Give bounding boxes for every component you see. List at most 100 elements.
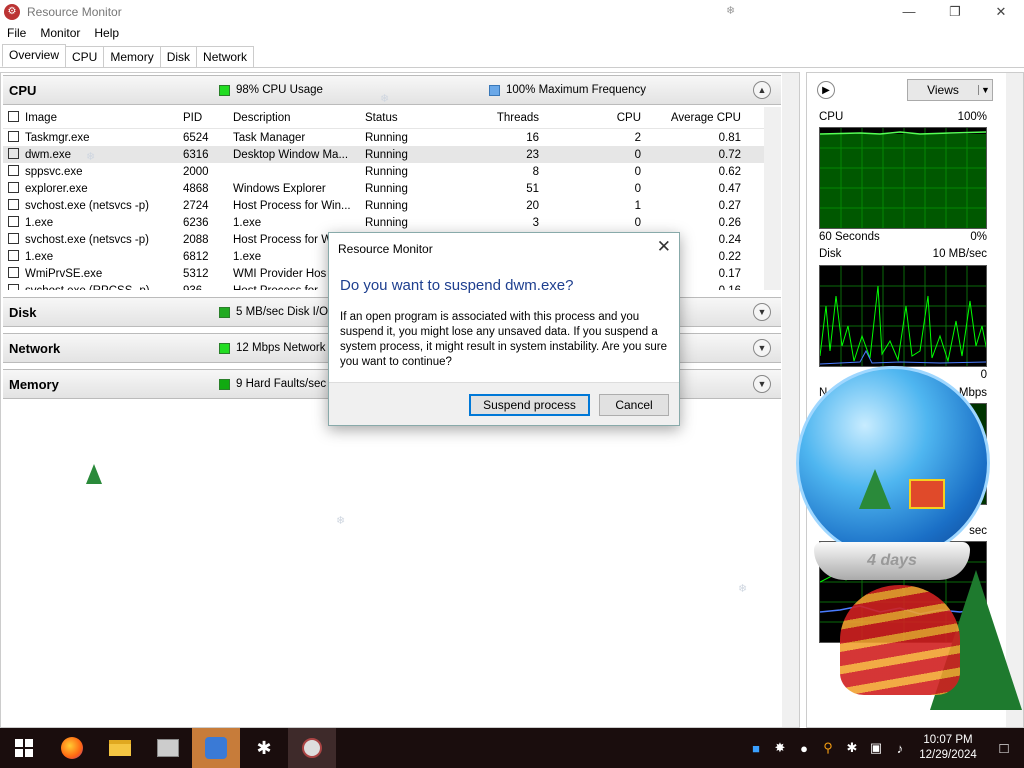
row-checkbox[interactable] [3,283,25,290]
overview-scrollbar[interactable] [782,73,799,727]
title-bar: ⚙ Resource Monitor — ❐ ✕ [0,0,1024,23]
cpu-usage-text: 98% CPU Usage [236,84,323,96]
resource-monitor-taskbar-icon[interactable] [288,728,336,768]
tab-disk[interactable]: Disk [159,46,198,67]
col-pid[interactable]: PID [183,112,233,124]
cell-image: svchost.exe (netsvcs -p) [25,233,149,246]
cell-pid: 4868 [183,182,209,195]
tray-gift-icon[interactable]: ✸ [768,740,792,756]
cpu-graph [819,127,987,229]
resource-monitor-icon: ⚙ [4,3,20,20]
cell-image: 1.exe [25,216,54,229]
christmas-tree-icon [859,469,891,509]
cell-image: dwm.exe [25,148,72,161]
disk-graph [819,265,987,367]
table-row[interactable]: dwm.exe 6316 Desktop Window Ma... Running 23… [3,146,781,163]
gift-app-icon[interactable] [192,728,240,768]
tray-snowflake-icon[interactable]: ✱ [840,740,864,756]
col-threads[interactable]: Threads [455,112,547,124]
col-cpu[interactable]: CPU [547,112,647,124]
tab-network[interactable]: Network [196,46,255,67]
menu-help[interactable]: Help [87,26,126,40]
expand-memory-button[interactable]: ▼ [753,375,771,393]
cpu-graph-min: 0% [970,231,987,243]
cell-pid: 6524 [183,131,209,144]
cell-description: Desktop Window Ma... [233,148,349,161]
table-row[interactable]: svchost.exe (netsvcs -p) 2724 Host Process… [3,197,781,214]
cpu-graph-max: 100% [957,111,987,123]
disk-stat-text: 5 MB/sec Disk I/O [236,306,329,318]
snowflake-icon: ❄ [86,151,96,163]
row-checkbox[interactable] [3,266,25,281]
cancel-button[interactable]: Cancel [599,394,669,416]
row-checkbox[interactable] [3,130,25,145]
cell-description: Host Process for Win... [233,199,351,212]
col-average-cpu[interactable]: Average CPU [647,112,745,124]
cell-threads: 20 [526,199,539,212]
cell-image: svchost.exe (RPCSS -p) [25,285,183,291]
christmas-tree-icon [86,464,102,484]
cell-average-cpu: 0.27 [718,199,741,212]
suspend-process-button[interactable]: Suspend process [469,394,590,416]
tab-overview[interactable]: Overview [2,44,67,67]
tray-app-icon[interactable]: ■ [744,741,768,756]
cpu-table-scrollbar[interactable] [764,107,781,290]
tray-drop-icon[interactable]: ● [792,741,816,756]
cell-cpu: 0 [634,148,641,161]
row-checkbox[interactable] [3,232,25,247]
table-row[interactable]: sppsvc.exe 2000 Running 8 0 0.62 [3,163,781,180]
table-row[interactable]: explorer.exe 4868 Windows Explorer Running 5… [3,180,781,197]
tab-cpu[interactable]: CPU [65,46,105,67]
tab-memory[interactable]: Memory [103,46,161,67]
snowflake-app-icon[interactable]: ✱ [240,728,288,768]
tray-search-icon[interactable]: ⚲ [816,740,840,756]
cell-image: Taskmgr.exe [25,131,90,144]
firefox-icon[interactable] [48,728,96,768]
close-button[interactable]: ✕ [978,0,1024,23]
cell-status: Running [365,165,408,178]
cell-pid: 2000 [183,165,209,178]
table-row[interactable]: Taskmgr.exe 6524 Task Manager Running 16 2 0.8… [3,129,781,146]
cell-cpu: 0 [634,165,641,178]
volume-icon[interactable]: ♪ [888,741,912,756]
cell-pid: 6236 [183,216,209,229]
minimize-button[interactable]: — [886,0,932,23]
expand-network-button[interactable]: ▼ [753,339,771,357]
restore-button[interactable]: ❐ [932,0,978,23]
views-dropdown[interactable]: Views ▼ [907,79,993,101]
cpu-section-header[interactable]: CPU 98% CPU Usage 100% Maximum Frequency… [3,75,781,105]
expand-pane-button[interactable]: ▶ [817,81,835,99]
cell-image: WmiPrvSE.exe [25,267,103,280]
row-checkbox[interactable] [3,215,25,230]
notification-icon[interactable]: □ [984,740,1024,757]
cell-description: Windows Explorer [233,182,326,195]
tab-strip: Overview CPU Memory Disk Network [0,44,1024,68]
cell-status: Running [365,131,408,144]
dialog-close-icon[interactable]: ✕ [657,237,671,257]
snowflake-icon: ❄ [726,5,736,17]
row-checkbox[interactable] [3,181,25,196]
select-all-checkbox[interactable] [3,110,25,125]
collapse-cpu-button[interactable]: ▲ [753,81,771,99]
table-row[interactable]: 1.exe 6236 1.exe Running 3 0 0.26 [3,214,781,231]
file-explorer-icon[interactable] [96,728,144,768]
cell-cpu: 2 [634,131,641,144]
col-description[interactable]: Description [233,112,365,124]
row-checkbox[interactable] [3,164,25,179]
dialog-footer: Suspend process Cancel [329,382,679,425]
taskbar: ✱ ■ ✸ ● ⚲ ✱ ▣ ♪ 10:07 PM 12/29/2024 □ [0,728,1024,768]
start-button[interactable] [0,728,48,768]
row-checkbox[interactable] [3,249,25,264]
menu-monitor[interactable]: Monitor [33,26,87,40]
app-icon[interactable] [144,728,192,768]
clock[interactable]: 10:07 PM 12/29/2024 [912,733,984,763]
menu-file[interactable]: File [0,26,33,40]
network-icon[interactable]: ▣ [864,740,888,756]
row-checkbox[interactable] [3,147,25,162]
cell-threads: 51 [526,182,539,195]
row-checkbox[interactable] [3,198,25,213]
col-image[interactable]: Image [25,112,183,124]
cell-threads: 16 [526,131,539,144]
expand-disk-button[interactable]: ▼ [753,303,771,321]
col-status[interactable]: Status [365,112,455,124]
